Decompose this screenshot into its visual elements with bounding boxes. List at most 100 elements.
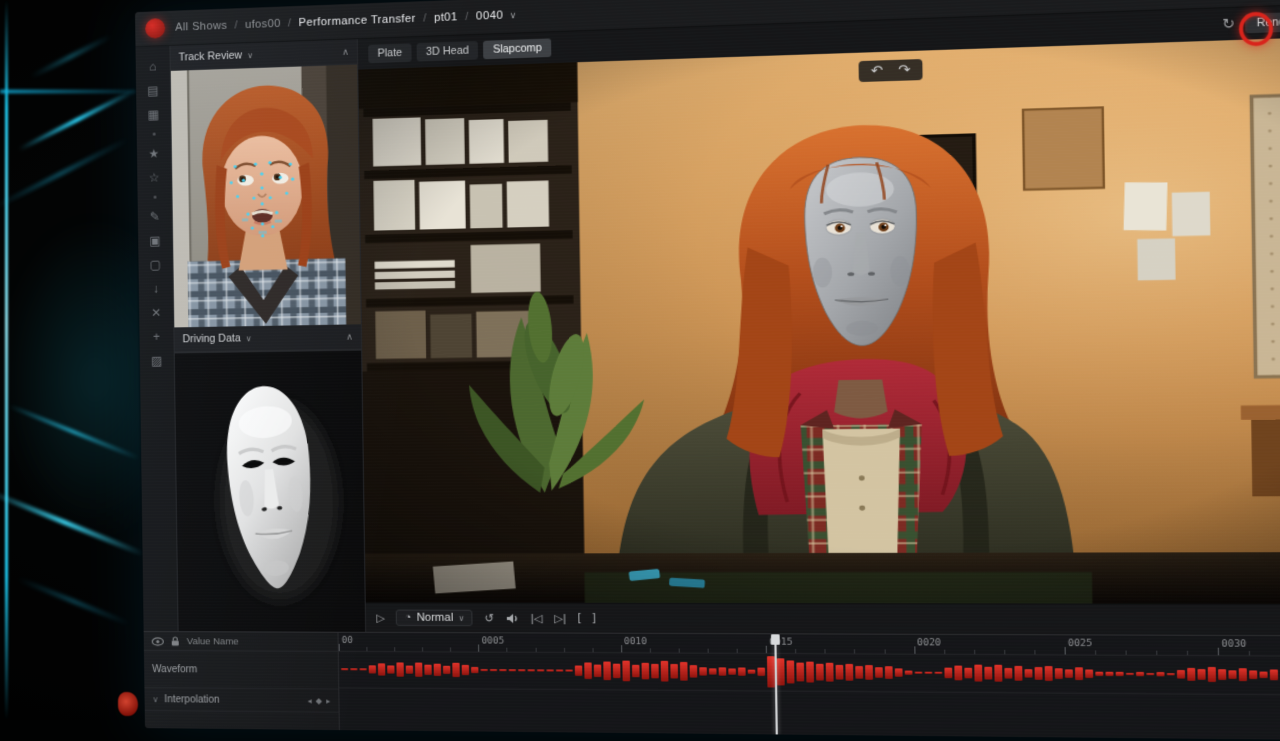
- waveform-bar: [709, 668, 717, 674]
- ruler-frame-label: 0025: [1068, 639, 1093, 650]
- interpolation-track-row[interactable]: ∨ Interpolation ◂ ◆ ▸: [144, 688, 338, 713]
- tab-plate[interactable]: Plate: [368, 43, 411, 63]
- waveform-bar: [341, 668, 348, 670]
- waveform-bar: [661, 661, 669, 681]
- volume-button[interactable]: [505, 612, 519, 623]
- waveform-bar: [1075, 667, 1083, 680]
- breadcrumb-item[interactable]: All Shows: [175, 20, 227, 34]
- tab-3d-head[interactable]: 3D Head: [416, 41, 478, 62]
- ruler-frame-label: 00: [342, 636, 353, 646]
- driving-data-mask[interactable]: [175, 350, 365, 632]
- waveform-bar: [915, 672, 923, 674]
- mark-out-button[interactable]: ]: [592, 612, 595, 624]
- gauge-icon: ◔: [404, 612, 411, 624]
- breadcrumb-separator: /: [288, 17, 292, 29]
- waveform-bar: [480, 669, 487, 672]
- layers-icon[interactable]: ▣: [149, 235, 160, 247]
- driving-data-header[interactable]: Driving Data ∨ ∧: [174, 324, 361, 352]
- bookmark-icon[interactable]: ▤: [147, 84, 158, 96]
- breadcrumb-item[interactable]: Performance Transfer: [298, 13, 415, 30]
- waveform-bar: [1177, 670, 1185, 679]
- breadcrumb-separator: /: [234, 19, 238, 31]
- step-back-button[interactable]: |◁: [531, 611, 543, 624]
- waveform-bar: [424, 665, 431, 675]
- ruler-tick: [339, 644, 340, 651]
- app-logo-icon[interactable]: [145, 18, 165, 39]
- viewport[interactable]: ↶ ↷: [358, 32, 1280, 604]
- star-icon[interactable]: ★: [148, 147, 159, 159]
- tab-slapcomp[interactable]: Slapcomp: [483, 38, 551, 59]
- prev-keyframe-icon[interactable]: ◂: [308, 696, 312, 705]
- chevron-down-icon: ∨: [509, 9, 516, 21]
- playback-speed-dropdown[interactable]: ◔ Normal ∨: [396, 610, 473, 627]
- play-button[interactable]: ▷: [376, 611, 385, 624]
- waveform-bar: [396, 663, 403, 677]
- add-icon[interactable]: +: [153, 331, 160, 343]
- keyframe-icon[interactable]: ◆: [316, 696, 322, 705]
- refresh-icon[interactable]: ↻: [1222, 15, 1235, 33]
- interpolation-track-label: Interpolation: [164, 694, 219, 705]
- home-icon[interactable]: ⌂: [149, 60, 156, 72]
- collapse-icon[interactable]: ∧: [346, 331, 353, 342]
- waveform-bar: [1249, 670, 1257, 679]
- breadcrumb-item[interactable]: 0040: [476, 9, 503, 22]
- waveform-bar: [855, 666, 863, 679]
- waveform-bar: [537, 669, 544, 671]
- undo-icon[interactable]: ↶: [871, 62, 883, 79]
- waveform-bar: [622, 661, 630, 682]
- waveform-bar: [651, 664, 659, 679]
- chevron-down-icon[interactable]: ∨: [152, 695, 158, 704]
- waveform-bar: [757, 667, 765, 676]
- breadcrumb-item[interactable]: ufos00: [245, 18, 281, 31]
- mark-in-button[interactable]: [: [578, 612, 581, 624]
- rail-divider-dot: [152, 133, 155, 136]
- waveform-bar: [826, 663, 834, 681]
- waveform-bar: [490, 669, 497, 671]
- step-forward-button[interactable]: ▷|: [554, 611, 566, 624]
- rail-divider-dot: [153, 196, 156, 199]
- waveform-bar: [748, 669, 756, 674]
- eye-icon[interactable]: [152, 637, 164, 646]
- redo-icon[interactable]: ↷: [898, 62, 910, 79]
- waveform-bar: [359, 668, 366, 670]
- playhead-handle[interactable]: [771, 634, 780, 644]
- watermark-logo: [118, 692, 138, 716]
- light-streak: [0, 488, 145, 556]
- chevron-down-icon: ∨: [247, 51, 253, 60]
- waveform-track-row[interactable]: Waveform: [144, 651, 338, 689]
- waveform-bar: [690, 665, 698, 677]
- lock-icon[interactable]: [171, 636, 180, 646]
- waveform-bar: [1146, 673, 1154, 675]
- collapse-icon[interactable]: ∧: [342, 46, 349, 57]
- package-icon[interactable]: ▢: [150, 259, 161, 271]
- breadcrumb-item[interactable]: pt01: [434, 11, 458, 24]
- waveform-bar: [1156, 672, 1164, 676]
- brand-logo: [1239, 12, 1273, 46]
- light-streak: [30, 35, 112, 79]
- apps-grid-icon[interactable]: ▦: [148, 108, 159, 120]
- star-outline-icon[interactable]: ☆: [149, 171, 160, 183]
- driving-data-title: Driving Data: [182, 332, 240, 345]
- waveform-bar: [642, 662, 650, 679]
- waveform-bar: [787, 661, 795, 683]
- waveform-bar: [369, 666, 376, 673]
- waveform-bar: [1187, 668, 1195, 680]
- waveform-bar: [434, 663, 441, 676]
- waveform-bar: [895, 668, 903, 677]
- waveform-bar: [1105, 672, 1113, 675]
- ruler-frame-label: 0005: [481, 636, 504, 646]
- waveform-bar: [556, 670, 563, 672]
- image-icon[interactable]: ▨: [151, 355, 162, 367]
- waveform-bar: [406, 666, 413, 674]
- edit-icon[interactable]: ✎: [150, 210, 160, 222]
- ruler-tick: [766, 646, 767, 653]
- transport-bar: ▷ ◔ Normal ∨ ↺ |◁ ▷| [: [366, 602, 1280, 635]
- waveform-bar: [528, 669, 535, 671]
- timeline-lanes[interactable]: 000005001000150020002500300035: [339, 633, 1280, 741]
- next-keyframe-icon[interactable]: ▸: [326, 696, 330, 705]
- track-review-video[interactable]: [171, 65, 361, 328]
- delete-icon[interactable]: ✕: [151, 307, 161, 319]
- viewport-scene-image: [358, 32, 1280, 604]
- download-icon[interactable]: ↓: [153, 283, 159, 295]
- loop-button[interactable]: ↺: [484, 611, 494, 624]
